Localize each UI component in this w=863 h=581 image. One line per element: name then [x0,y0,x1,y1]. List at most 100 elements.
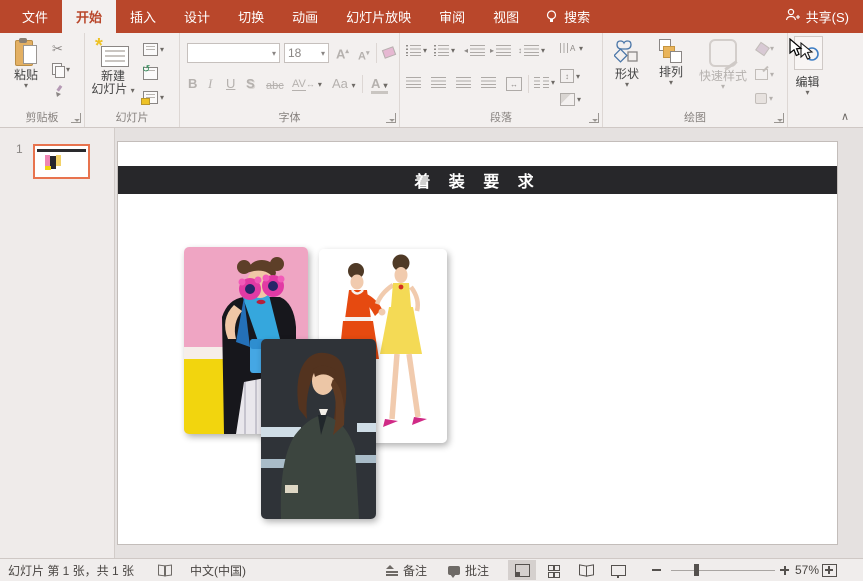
clipboard-dialog-launcher[interactable] [71,113,81,123]
align-right-icon [456,77,471,88]
font-color-button[interactable]: A ▾ [371,77,388,94]
slide-counter[interactable]: 幻灯片 第 1 张，共 1 张 [8,559,134,581]
decrease-indent-button[interactable]: ◂ [464,45,485,56]
shape-effects-icon [755,93,767,104]
slide-sorter-view-button[interactable] [540,560,568,580]
reset-slide-button[interactable]: ↺ [143,67,158,80]
tab-review[interactable]: 审阅 [425,0,479,33]
align-left-button[interactable] [406,77,421,88]
tell-me-search[interactable]: 搜索 [533,0,602,33]
tab-insert[interactable]: 插入 [116,0,170,33]
spell-check-icon [158,565,171,576]
underline-button[interactable]: U [226,77,235,91]
shrink-font-button[interactable]: A▾ [358,47,369,64]
slide-image-dark-fashion[interactable] [261,339,376,519]
copy-button[interactable]: ▾ [52,63,70,76]
columns-icon [534,77,549,88]
justify-icon [481,77,496,88]
text-shadow-button[interactable]: S [246,77,255,91]
character-spacing-button[interactable]: AV↔ ▾ [292,77,322,91]
paste-button[interactable]: 粘贴 ▾ [8,38,44,89]
slide-editing-area[interactable]: 着 装 要 求 [117,141,838,545]
normal-view-button[interactable] [508,560,536,580]
cut-button[interactable]: ✂ [52,41,63,57]
distributed-button[interactable]: ↔ [506,77,522,91]
slideshow-view-button[interactable] [604,560,632,580]
zoom-in-button[interactable] [780,569,789,571]
slide-layout-button[interactable]: ▾ [143,43,164,56]
bullets-button[interactable]: ▾ [406,45,427,56]
font-name-combobox[interactable]: ▾ [187,43,280,63]
tab-home[interactable]: 开始 [62,0,116,33]
tab-transitions[interactable]: 切换 [224,0,278,33]
drawing-dialog-launcher[interactable] [774,113,784,123]
group-editing: 编辑 ▾ ∧ [788,33,863,127]
grow-font-button[interactable]: A▴ [336,45,349,61]
collapse-ribbon-button[interactable]: ∧ [841,110,849,123]
convert-smartart-button[interactable]: ▾ [560,93,581,106]
comments-icon [448,566,460,575]
arrange-button[interactable]: 排列 ▾ [651,39,691,86]
clear-formatting-button[interactable] [381,46,395,58]
numbering-icon [434,45,449,56]
increase-indent-button[interactable]: ▸ [490,45,511,56]
zoom-out-button[interactable] [652,569,661,571]
format-painter-button[interactable] [52,85,65,98]
notes-toggle[interactable]: 备注 [386,559,427,581]
slide-thumbnail-panel[interactable]: 1 [0,128,115,559]
fit-to-window-button[interactable] [822,559,837,581]
editing-button-icon-box[interactable] [794,36,823,70]
share-button[interactable]: 共享(S) [785,0,849,33]
scissors-icon: ✂ [52,41,63,57]
line-spacing-button[interactable]: ↕▾ [518,45,545,56]
zoom-percentage[interactable]: 57% [795,559,819,581]
editing-button[interactable]: 编辑 ▾ [794,73,821,96]
align-text-button[interactable]: ↕▾ [560,69,580,83]
columns-button[interactable]: ▾ [534,77,555,88]
align-center-icon [431,77,446,88]
change-case-button[interactable]: Aa ▾ [332,77,356,91]
new-slide-button[interactable]: * 新建 幻灯片 ▾ [91,41,135,96]
format-painter-icon [52,85,65,98]
font-dialog-launcher[interactable] [386,113,396,123]
tab-file[interactable]: 文件 [8,0,62,33]
copy-dropdown-arrow[interactable]: ▾ [66,66,70,73]
tab-slideshow[interactable]: 幻灯片放映 [332,0,425,33]
paste-dropdown-arrow[interactable]: ▾ [24,82,28,89]
bold-button[interactable]: B [188,77,197,91]
spell-check-button[interactable] [158,559,171,581]
section-button[interactable]: ▾ [143,91,164,104]
align-right-button[interactable] [456,77,471,88]
align-center-button[interactable] [431,77,446,88]
shape-fill-button[interactable]: ▾ [755,43,774,54]
strikethrough-button[interactable]: abc [266,79,284,93]
paragraph-dialog-launcher[interactable] [589,113,599,123]
copy-icon [52,63,64,76]
font-size-combobox[interactable]: 18▾ [284,43,329,63]
shapes-button[interactable]: 形状 ▾ [607,39,647,88]
new-slide-label-line2: 幻灯片 ▾ [91,83,134,96]
numbering-button[interactable]: ▾ [434,45,455,56]
eraser-icon [381,46,395,58]
slide-thumbnail-1[interactable] [33,144,90,179]
justify-button[interactable] [481,77,496,88]
reading-view-button[interactable] [572,560,600,580]
zoom-slider-handle[interactable] [694,564,699,576]
slide-title-bar[interactable]: 着 装 要 求 [118,166,837,194]
comments-toggle[interactable]: 批注 [448,559,489,581]
text-direction-button[interactable]: ▾ [560,43,583,53]
slideshow-icon [611,565,626,576]
language-indicator[interactable]: 中文(中国) [190,559,246,581]
select-find-icon [798,41,820,65]
shape-effects-button[interactable]: ▾ [755,93,773,104]
zoom-slider-track[interactable] [671,570,775,572]
arrange-icon [659,39,683,63]
shape-outline-button[interactable]: ▾ [755,69,774,80]
new-slide-icon: * [97,41,129,67]
italic-button[interactable]: I [208,77,212,91]
tab-view[interactable]: 视图 [479,0,533,33]
slide-number: 1 [16,142,23,156]
tab-design[interactable]: 设计 [170,0,224,33]
quick-styles-button[interactable]: 快速样式 ▾ [695,39,751,90]
tab-animations[interactable]: 动画 [278,0,332,33]
